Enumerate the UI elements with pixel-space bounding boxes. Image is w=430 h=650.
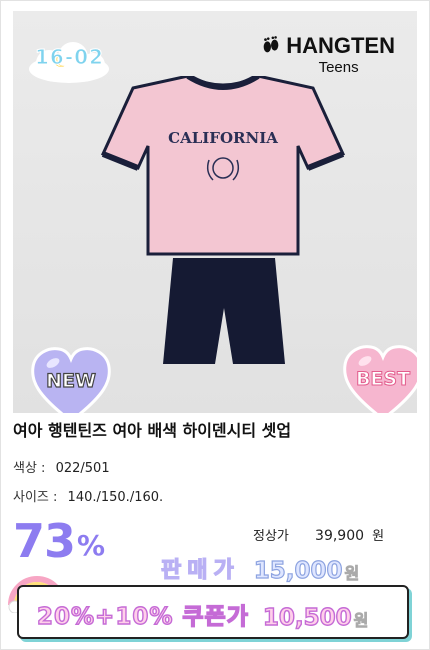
sale-price-unit: 원 [344,564,360,584]
best-badge: BEST [341,343,417,413]
discount-unit: % [77,529,106,562]
regular-price-unit: 원 [372,529,385,544]
brand-logo: HANGTEN Teens [260,33,395,76]
setup-outfit-illustration: CALIFORNIA [100,76,346,364]
brand-subline: Teens [318,59,359,76]
sale-price: 판매가 15,000 원 [160,552,360,584]
sale-price-value: 15,000 [253,557,343,584]
tshirt-print-text: CALIFORNIA [168,129,278,147]
regular-price-value: 39,900 [315,528,365,544]
discount-number: 73 [13,514,76,568]
season-code: 16-02 [35,45,104,70]
coupon-price-unit: 원 [353,611,369,631]
regular-price-label: 정상가 [253,529,289,544]
color-row: 색상 : 022/501 [13,457,110,476]
size-row: 사이즈 : 140./150./160. [13,486,163,505]
footprints-icon [263,36,279,53]
size-value: 140./150./160. [67,490,164,505]
size-label: 사이즈 : [13,490,58,505]
color-label: 색상 : [13,461,46,476]
brand-name: HANGTEN [286,33,395,58]
shorts-shape [163,258,285,364]
color-value: 022/501 [55,461,110,476]
coupon-price-box[interactable]: 20%+10% 쿠폰가 10,500 원 [17,585,409,639]
discount-rate: 73 % [13,516,105,566]
regular-price: 정상가 39,900 원 [253,525,384,544]
new-label: NEW [45,369,96,392]
best-label: BEST [355,368,411,391]
tshirt-shape [100,76,346,256]
sale-price-label: 판매가 [160,557,240,583]
product-image[interactable]: ☾ 16-02 HANGTEN Teens CALIFORNIA NEW BES… [13,11,417,413]
coupon-price-label: 20%+10% 쿠폰가 [36,603,249,630]
coupon-price-value: 10,500 [262,604,352,631]
product-card[interactable]: ☾ 16-02 HANGTEN Teens CALIFORNIA NEW BES… [0,0,430,650]
product-title[interactable]: 여아 행텐틴즈 여아 배색 하이덴시티 셋업 [13,417,291,441]
new-badge: NEW [29,345,113,413]
